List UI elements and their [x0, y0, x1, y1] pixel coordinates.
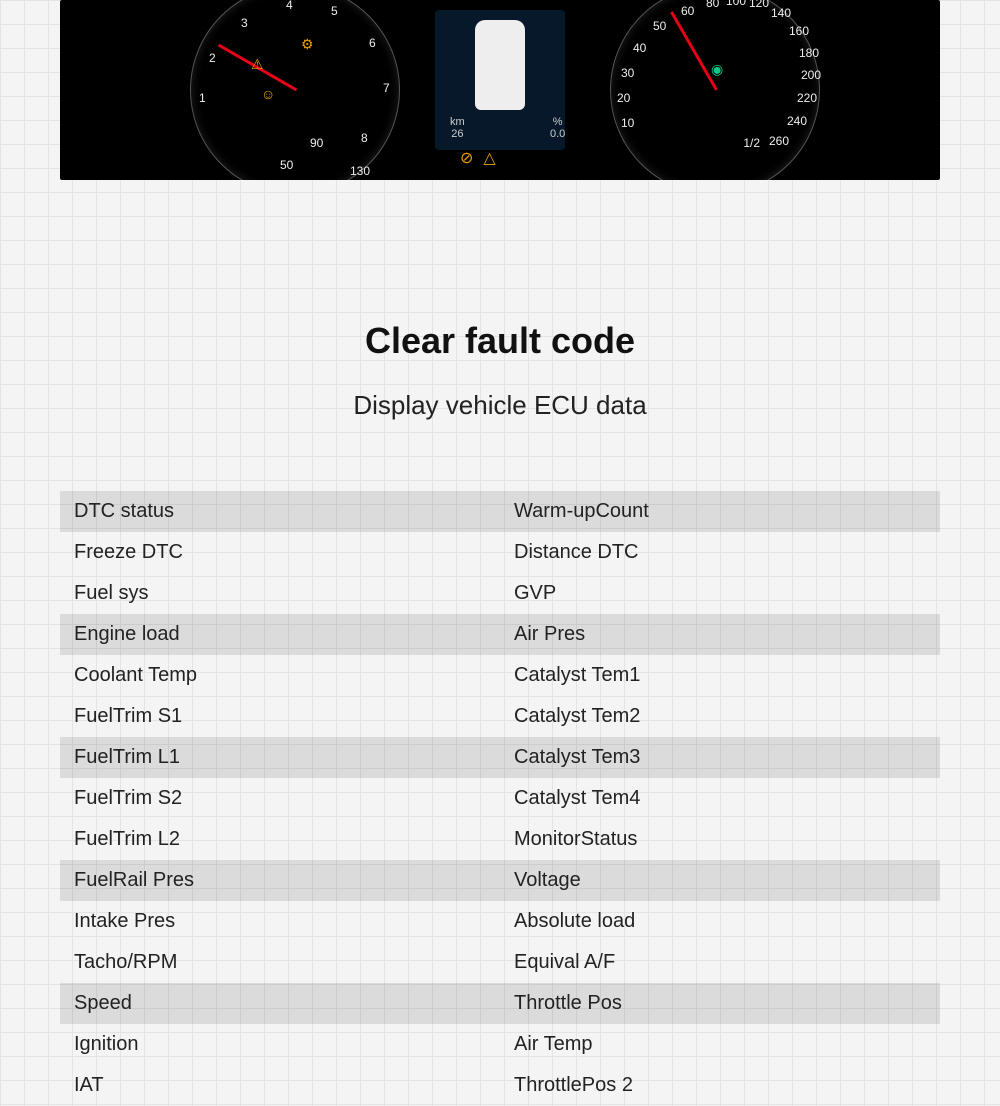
ecu-item-right: Air Temp	[500, 1024, 940, 1065]
rpm-tick: 6	[369, 36, 376, 50]
page-title: Clear fault code	[0, 320, 1000, 362]
trip-pct-label: %	[553, 116, 563, 128]
brake-warning-icon: ⊘	[460, 148, 473, 168]
dashboard-image: 1 2 3 4 5 6 7 8 ⚙ ⚠ ☺ km 26 % 0.0 ⊘ △	[60, 0, 940, 180]
ecu-item-right: Catalyst Tem3	[500, 737, 940, 778]
speed-tick: 50	[653, 19, 666, 33]
ecu-item-left: Engine load	[60, 614, 500, 655]
rpm-tick: 8	[361, 131, 368, 145]
warning-icons: ⊘ △	[460, 148, 496, 168]
ecu-item-left: FuelTrim S1	[60, 696, 500, 737]
page-subtitle: Display vehicle ECU data	[0, 390, 1000, 421]
rpm-tick: 5	[331, 4, 338, 18]
ecu-item-right: Equival A/F	[500, 942, 940, 983]
ecu-item-left: FuelTrim L1	[60, 737, 500, 778]
speed-tick: 140	[771, 6, 791, 20]
speed-tick: 240	[787, 114, 807, 128]
ecu-item-right: Voltage	[500, 860, 940, 901]
ecu-item-left: FuelTrim L2	[60, 819, 500, 860]
speed-tick: 120	[749, 0, 769, 10]
ecu-item-right: MonitorStatus	[500, 819, 940, 860]
cruise-icon: ◉	[711, 61, 723, 78]
ecu-item-left: Freeze DTC	[60, 532, 500, 573]
ecu-item-left: FuelRail Pres	[60, 860, 500, 901]
ecu-item-left: IAT	[60, 1065, 500, 1106]
ecu-item-left: Ignition	[60, 1024, 500, 1065]
ecu-item-right: Distance DTC	[500, 532, 940, 573]
speed-tick: 200	[801, 68, 821, 82]
rpm-tick: 4	[286, 0, 293, 12]
triangle-warning-icon: △	[483, 148, 495, 168]
ecu-item-left: Tacho/RPM	[60, 942, 500, 983]
rpm-gauge: 1 2 3 4 5 6 7 8 ⚙ ⚠ ☺	[190, 0, 400, 180]
speed-tick: 180	[799, 46, 819, 60]
temp-tick: 90	[310, 136, 323, 150]
ecu-item-right: ThrottlePos 2	[500, 1065, 940, 1106]
trip-km-label: km	[450, 116, 465, 128]
ecu-item-left: Speed	[60, 983, 500, 1024]
seatbelt-warning-icon: ☺	[261, 86, 275, 102]
trip-pct: % 0.0	[550, 116, 565, 140]
ecu-data-table: DTC statusFreeze DTCFuel sysEngine loadC…	[60, 491, 940, 1106]
ecu-item-left: Fuel sys	[60, 573, 500, 614]
engine-warning-icon: ⚙	[301, 36, 314, 53]
fuel-tick: 1/2	[743, 136, 760, 150]
ecu-item-right: Catalyst Tem1	[500, 655, 940, 696]
speed-tick: 260	[769, 134, 789, 148]
rpm-tick: 3	[241, 16, 248, 30]
speed-tick: 220	[797, 91, 817, 105]
car-top-icon	[475, 20, 525, 110]
ecu-item-left: Coolant Temp	[60, 655, 500, 696]
ecu-item-left: DTC status	[60, 491, 500, 532]
trip-km: km 26	[450, 116, 465, 140]
rpm-tick: 7	[383, 81, 390, 95]
rpm-tick: 1	[199, 91, 206, 105]
speed-needle	[670, 11, 718, 90]
speed-tick: 30	[621, 66, 634, 80]
ecu-item-right: Warm-upCount	[500, 491, 940, 532]
speed-tick: 10	[621, 116, 634, 130]
speed-gauge: 10 20 30 40 50 60 80 100 120 140 160 180…	[610, 0, 820, 180]
ecu-item-right: Catalyst Tem2	[500, 696, 940, 737]
ecu-item-left: Intake Pres	[60, 901, 500, 942]
ecu-item-right: Air Pres	[500, 614, 940, 655]
ecu-item-right: GVP	[500, 573, 940, 614]
ecu-item-right: Absolute load	[500, 901, 940, 942]
trip-km-value: 26	[451, 128, 463, 140]
ecu-item-right: Throttle Pos	[500, 983, 940, 1024]
temp-tick: 50	[280, 158, 293, 172]
speed-tick: 100	[726, 0, 746, 8]
speed-tick: 160	[789, 24, 809, 38]
ecu-item-right: Catalyst Tem4	[500, 778, 940, 819]
temp-tick: 130	[350, 164, 370, 178]
trip-pct-value: 0.0	[550, 128, 565, 140]
ecu-item-left: FuelTrim S2	[60, 778, 500, 819]
speed-tick: 80	[706, 0, 719, 10]
tpms-warning-icon: ⚠	[251, 56, 264, 73]
rpm-tick: 2	[209, 51, 216, 65]
speed-tick: 20	[617, 91, 630, 105]
speed-tick: 40	[633, 41, 646, 55]
speed-tick: 60	[681, 4, 694, 18]
